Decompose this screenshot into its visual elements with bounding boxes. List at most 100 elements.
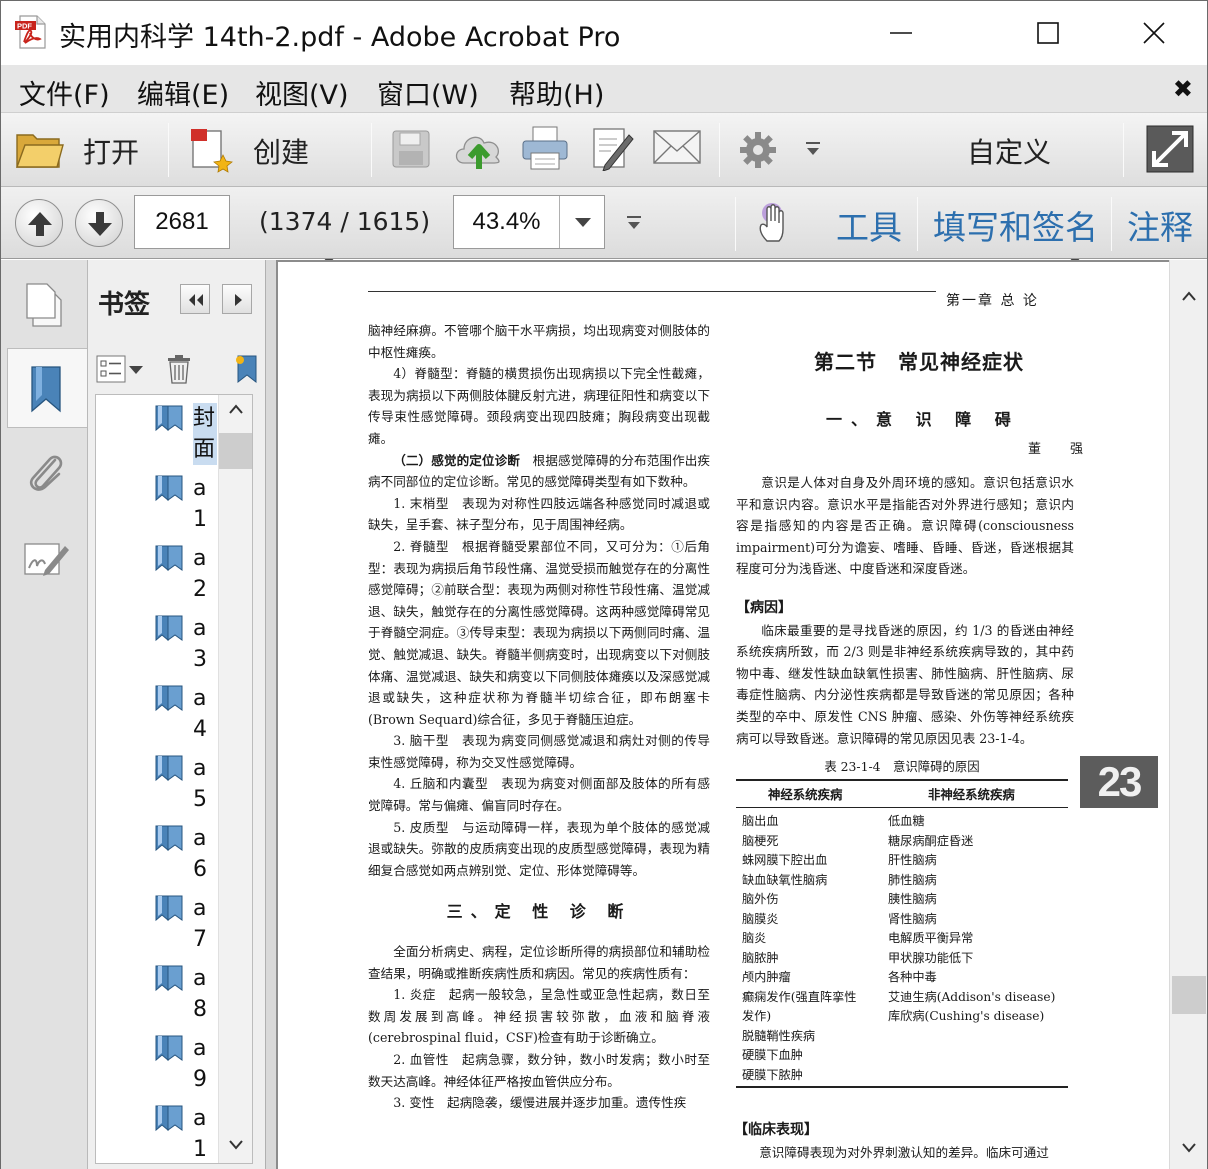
zoom-dropdown-icon[interactable] [575,218,591,227]
menu-edit[interactable]: 编辑(E) [137,73,229,112]
chevron-down-icon[interactable] [1181,1142,1197,1154]
chevron-down-icon[interactable] [228,1139,244,1151]
bookmark-item[interactable]: 封面 [96,399,217,469]
next-page-button[interactable] [75,199,123,247]
toolbar-separator [917,197,918,251]
bookmark-item[interactable]: a4 [96,679,216,749]
close-button[interactable] [1102,1,1207,65]
bookmark-item[interactable]: a6 [96,819,216,889]
paragraph: 脑神经麻痹。不管哪个脑干水平病损，均出现病变对侧肢体的中枢性瘫痪。 [368,323,710,360]
bookmark-item[interactable]: a1 [96,1099,216,1163]
create-pdf-icon[interactable] [187,125,235,175]
trash-icon[interactable] [166,354,192,384]
maximize-button[interactable] [996,1,1101,65]
bookmark-item[interactable]: a5 [96,749,216,819]
minimize-button[interactable] [849,1,954,65]
zoom-select[interactable]: 43.4% [453,195,605,249]
panel-splitter[interactable] [266,260,276,1169]
signatures-tab[interactable] [7,518,87,598]
table-cell: 蛛网膜下腔出血 [742,853,828,867]
toolbar-separator [735,197,736,251]
bookmark-icon [155,1105,183,1132]
bookmark-scrollbar[interactable] [218,395,252,1163]
paperclip-icon [29,455,63,491]
expand-panel-button[interactable] [222,284,252,314]
bookmark-icon [155,1035,183,1062]
bookmark-scroll-thumb[interactable] [219,433,252,469]
menu-window[interactable]: 窗口(W) [377,73,479,112]
toolbar-separator [1123,123,1124,177]
left-column: 脑神经麻痹。不管哪个脑干水平病损，均出现病变对侧肢体的中枢性瘫痪。 4）脊髓型：… [368,320,710,1114]
bookmark-item[interactable]: a3 [96,609,216,679]
options-menu-icon[interactable] [96,354,144,384]
create-button[interactable]: 创建 [253,131,309,171]
menu-help[interactable]: 帮助(H) [509,73,604,112]
table-cell: 脑脓肿 [742,950,779,965]
bookmark-item[interactable]: a1 [96,469,216,539]
close-icon [1143,22,1165,44]
bookmarks-panel: 书签 封面 a1 a2 a3 a4 a5 a6 a7 a8 a9 a1 [88,260,266,1169]
paragraph: 4. 丘脑和内囊型 表现为病变对侧面部及肢体的所有感觉障碍。常与偏瘫、偏盲同时存… [368,776,710,814]
author-name: 董 强 [1028,442,1092,457]
table-cell: 发作) [742,1009,772,1023]
bookmark-item[interactable]: a8 [96,959,216,1029]
header-rule [368,291,936,292]
bookmark-item[interactable]: a9 [96,1029,216,1099]
document-scroll-thumb[interactable] [1172,976,1206,1014]
bookmark-item[interactable]: a7 [96,889,216,959]
bookmarks-panel-title: 书签 [98,290,151,320]
menu-file[interactable]: 文件(F) [19,73,110,112]
fill-sign-pane-button[interactable]: 填写和签名 [933,201,1098,249]
table-cell: 脑炎 [742,931,767,945]
paragraph: 2. 脊髓型 根据脊髓受累部位不同，又可分为：①后角型：表现为病损后角节段性痛、… [368,538,710,727]
running-header: 第一章 总 论 [946,293,1039,309]
toolbar-separator [168,123,169,177]
document-scrollbar[interactable] [1169,260,1207,1169]
table-cell: 艾迪生病(Addison's disease) [888,989,1056,1004]
edit-sign-icon[interactable] [591,125,635,171]
email-icon[interactable] [652,129,702,165]
zoom-value: 43.4% [454,196,560,248]
bookmark-icon [155,755,183,782]
section-heading: 三、定 性 诊 断 [446,902,632,922]
document-view[interactable]: 第一章 总 论 脑神经麻痹。不管哪个脑干水平病损，均出现病变对侧肢体的中枢性瘫痪… [276,260,1169,1169]
print-icon[interactable] [521,125,569,171]
page-thumbnails-tab[interactable] [7,268,87,348]
cloud-upload-icon[interactable] [452,125,506,171]
previous-page-button[interactable] [15,199,63,247]
comment-pane-button[interactable]: 注释 [1127,201,1193,249]
expand-icon[interactable] [1146,125,1194,173]
open-button[interactable]: 打开 [83,131,139,171]
zoom-options-icon[interactable] [625,215,643,231]
collapse-panel-button[interactable] [180,284,210,314]
table-column-non-neuro: 低血糖 糖尿病酮症昏迷 肝性脑病 肺性脑病 胰性脑病 肾性脑病 电解质平衡异常 甲状腺功能低下… [888,812,1055,1027]
table-cell: 糖尿病酮症昏迷 [888,833,974,848]
title-bar: PDF 实用内科学 14th-2.pdf - Adobe Acrobat Pro [1,1,1207,65]
table-cell: 电解质平衡异常 [888,931,974,945]
chapter-thumb-tab: 23 [1080,756,1158,808]
bookmark-label: a1 [193,476,207,532]
table-cell: 各种中毒 [888,970,937,984]
attachments-tab[interactable] [7,436,87,516]
close-document-icon[interactable]: ✖ [1173,75,1193,103]
chevron-up-icon[interactable] [1181,290,1197,302]
folder-icon[interactable] [15,127,65,171]
toolbar-options-icon[interactable] [804,141,822,157]
table-cell: 硬膜下脓肿 [742,1067,803,1082]
customize-button[interactable]: 自定义 [967,131,1051,171]
tools-pane-button[interactable]: 工具 [836,201,902,249]
bracket-heading: 【病因】 [736,599,792,616]
bookmark-label: a9 [193,1036,207,1092]
page-number-input[interactable]: 2681 [134,195,230,249]
new-bookmark-icon[interactable] [234,354,258,384]
chevron-up-icon[interactable] [228,403,244,415]
table-cell: 脑出血 [742,814,779,828]
save-icon[interactable] [391,129,431,169]
hand-tool-icon[interactable] [753,201,793,245]
bookmark-item[interactable]: a2 [96,539,216,609]
menu-view[interactable]: 视图(V) [255,73,349,112]
gear-icon[interactable] [739,131,777,169]
paragraph: 3. 变性 起病隐袭，缓慢进展并逐步加重。遗传性疾 [393,1095,687,1111]
bookmarks-tab[interactable] [7,348,87,428]
table-caption: 表 23-1-4 意识障碍的原因 [824,759,980,774]
